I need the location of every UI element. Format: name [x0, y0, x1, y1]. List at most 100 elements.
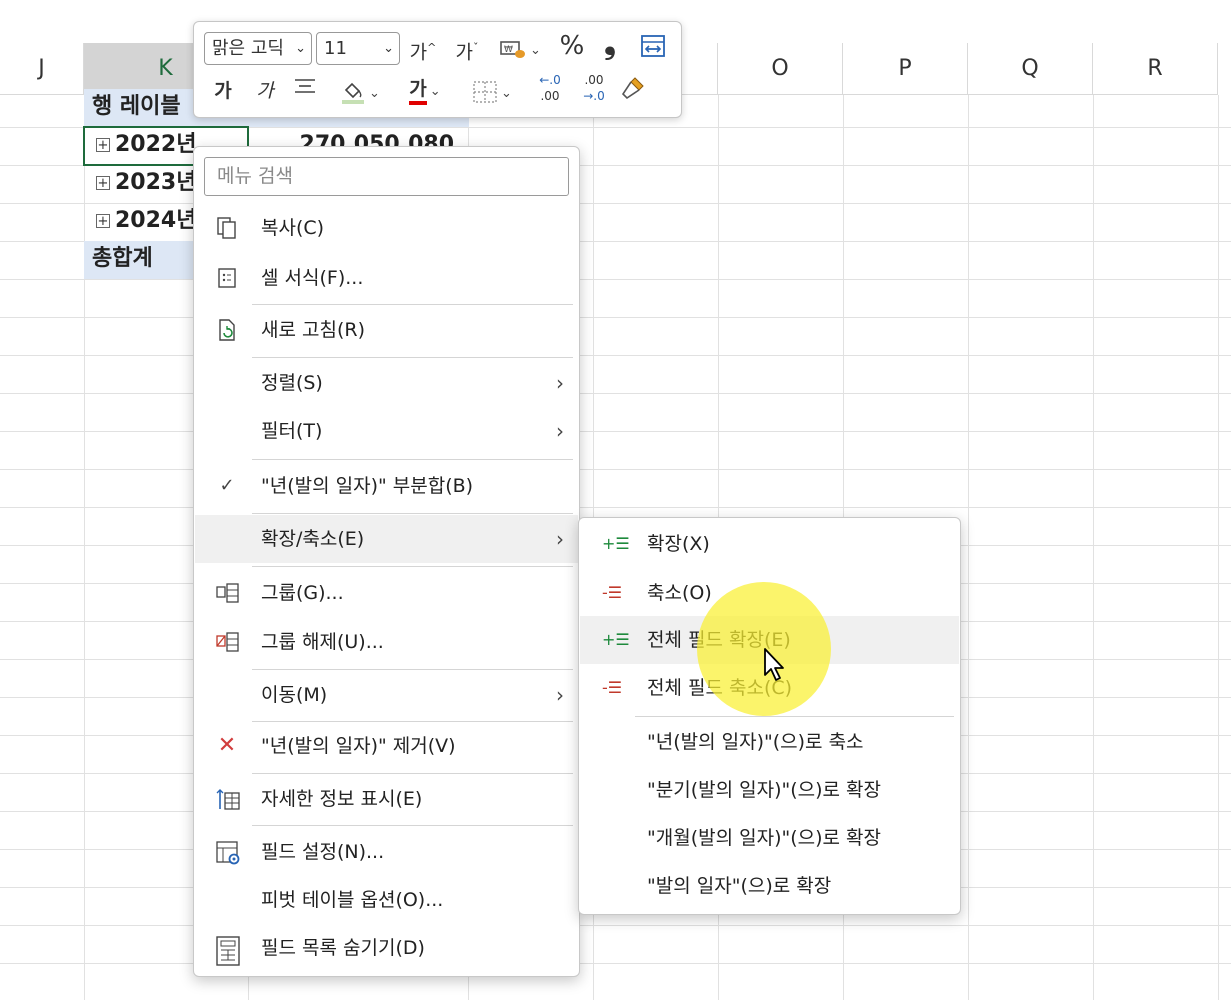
menu-separator — [252, 357, 573, 358]
decrease-decimal-button[interactable]: .00 →.0 — [576, 74, 612, 104]
svg-text:₩: ₩ — [504, 45, 513, 55]
menu-search-input[interactable]: 메뉴 검색 — [204, 157, 569, 196]
align-center-button[interactable] — [290, 76, 320, 106]
column-header-q[interactable]: Q — [968, 43, 1093, 95]
gridline — [0, 355, 1231, 356]
expand-icon: +☰ — [602, 534, 630, 553]
bold-button[interactable]: 가 — [210, 76, 236, 106]
menu-separator — [252, 825, 573, 826]
gridline — [0, 393, 1231, 394]
expand-plus-icon[interactable]: + — [96, 214, 110, 228]
font-color-button[interactable]: 가 ⌄ — [398, 74, 452, 105]
menu-item-label: 그룹(G)... — [261, 582, 344, 604]
chevron-right-icon: › — [556, 683, 564, 707]
paint-bucket-icon — [342, 82, 365, 104]
decrease-font-size-button[interactable]: 가ˇ — [450, 33, 484, 63]
gridline — [0, 431, 1231, 432]
menu-item-format-cells[interactable]: 셀 서식(F)... — [195, 254, 578, 302]
submenu-item-label: 확장(X) — [647, 533, 710, 555]
menu-item-label: 복사(C) — [261, 217, 325, 239]
menu-item-refresh[interactable]: 새로 고침(R) — [195, 306, 578, 354]
menu-item-field-settings[interactable]: 필드 설정(N)... — [195, 828, 578, 876]
increase-decimal-button[interactable]: ←.0 .00 — [532, 74, 568, 104]
menu-item-label: 이동(M) — [261, 684, 328, 706]
menu-item-ungroup[interactable]: 그룹 해제(U)... — [195, 618, 578, 666]
refresh-icon — [215, 318, 239, 342]
font-size-select[interactable]: 11 ⌄ — [316, 32, 400, 65]
chevron-down-icon: ⌄ — [383, 41, 394, 56]
chevron-down-icon: ⌄ — [295, 41, 306, 56]
menu-item-subtotal[interactable]: ✓ "년(발의 일자)" 부분합(B) — [195, 462, 578, 510]
field-list-icon — [215, 936, 240, 966]
increase-font-size-button[interactable]: 가^ — [406, 33, 440, 63]
gridline — [1093, 95, 1094, 1000]
format-painter-button[interactable] — [618, 74, 648, 104]
expand-all-icon: +☰ — [602, 630, 630, 649]
submenu-item-expand-to-quarter[interactable]: "분기(발의 일자)"(으)로 확장 — [580, 766, 959, 814]
gridline — [0, 469, 1231, 470]
submenu-item-label: 축소(O) — [647, 582, 712, 604]
menu-separator — [252, 459, 573, 460]
menu-item-copy[interactable]: 복사(C) — [195, 204, 578, 252]
font-name-select[interactable]: 맑은 고딕 ⌄ — [204, 32, 312, 65]
menu-separator — [252, 304, 573, 305]
menu-item-label: 피벗 테이블 옵션(O)... — [261, 889, 444, 911]
submenu-item-collapse-to-year[interactable]: "년(발의 일자)"(으)로 축소 — [580, 718, 959, 766]
column-header-p[interactable]: P — [843, 43, 968, 95]
menu-item-move[interactable]: 이동(M) › — [195, 671, 578, 719]
menu-item-remove-field[interactable]: ✕ "년(발의 일자)" 제거(V) — [195, 722, 578, 770]
autofit-width-button[interactable] — [638, 34, 668, 64]
ungroup-icon — [215, 630, 239, 654]
align-center-icon — [295, 79, 315, 93]
gridline — [0, 963, 1231, 964]
column-header-j[interactable]: J — [0, 43, 84, 95]
gridline — [1218, 95, 1219, 1000]
menu-item-filter[interactable]: 필터(T) › — [195, 407, 578, 455]
expand-plus-icon[interactable]: + — [96, 176, 110, 190]
gridline — [968, 95, 969, 1000]
menu-item-group[interactable]: 그룹(G)... — [195, 569, 578, 617]
fill-color-button[interactable]: ⌄ — [334, 76, 386, 106]
format-cells-icon — [215, 266, 239, 290]
menu-item-label: 필드 설정(N)... — [261, 841, 385, 863]
menu-item-sort[interactable]: 정렬(S) › — [195, 359, 578, 407]
menu-item-expand-collapse[interactable]: 확장/축소(E) › — [195, 515, 578, 563]
comma-style-button[interactable]: ❟ — [598, 29, 622, 59]
menu-separator — [252, 669, 573, 670]
menu-item-label: 필드 목록 숨기기(D) — [261, 937, 425, 959]
mini-toolbar: 맑은 고딕 ⌄ 11 ⌄ 가^ 가ˇ ₩ ⌄ % ❟ 가 가 ⌄ 가 ⌄ ⌄ ←… — [193, 21, 682, 118]
menu-item-pivot-options[interactable]: 피벗 테이블 옵션(O)... — [195, 876, 578, 924]
decrease-decimal-icon: .00 — [584, 73, 604, 87]
menu-item-label: 자세한 정보 표시(E) — [261, 788, 423, 810]
italic-button[interactable]: 가 — [252, 76, 278, 106]
increase-decimal-icon: ←.0 — [539, 73, 561, 87]
font-size-value: 11 — [324, 38, 347, 59]
menu-separator — [635, 716, 954, 717]
checkmark-icon: ✓ — [219, 475, 235, 496]
group-icon — [215, 581, 239, 605]
column-header-o[interactable]: O — [718, 43, 843, 95]
menu-item-hide-field-list[interactable]: 필드 목록 숨기기(D) — [195, 924, 578, 972]
column-header-r[interactable]: R — [1093, 43, 1218, 95]
menu-item-show-details[interactable]: 자세한 정보 표시(E) — [195, 775, 578, 823]
menu-item-label: 확장/축소(E) — [261, 528, 365, 550]
close-icon: ✕ — [217, 733, 237, 758]
accounting-format-button[interactable]: ₩ ⌄ — [491, 33, 549, 63]
context-menu: 메뉴 검색 복사(C) 셀 서식(F)... 새로 고침(R) 정렬(S) › … — [193, 146, 580, 977]
submenu-item-expand-to-month[interactable]: "개월(발의 일자)"(으)로 확장 — [580, 814, 959, 862]
format-painter-icon — [621, 77, 644, 100]
menu-item-label: "년(발의 일자)" 제거(V) — [261, 735, 456, 757]
field-settings-icon — [215, 840, 240, 865]
borders-button[interactable]: ⌄ — [464, 76, 520, 106]
font-color-letter: 가 — [409, 77, 427, 105]
submenu-item-expand[interactable]: +☰ 확장(X) — [580, 520, 959, 568]
gridline — [0, 925, 1231, 926]
percent-style-button[interactable]: % — [556, 31, 588, 61]
increase-font-icon: 가 — [409, 41, 428, 64]
submenu-item-label: "개월(발의 일자)"(으)로 확장 — [647, 827, 882, 849]
menu-item-label: 필터(T) — [261, 420, 323, 442]
submenu-item-expand-to-date[interactable]: "발의 일자"(으)로 확장 — [580, 862, 959, 910]
copy-icon — [215, 216, 239, 240]
gridline — [0, 507, 1231, 508]
autofit-width-icon — [641, 35, 665, 57]
